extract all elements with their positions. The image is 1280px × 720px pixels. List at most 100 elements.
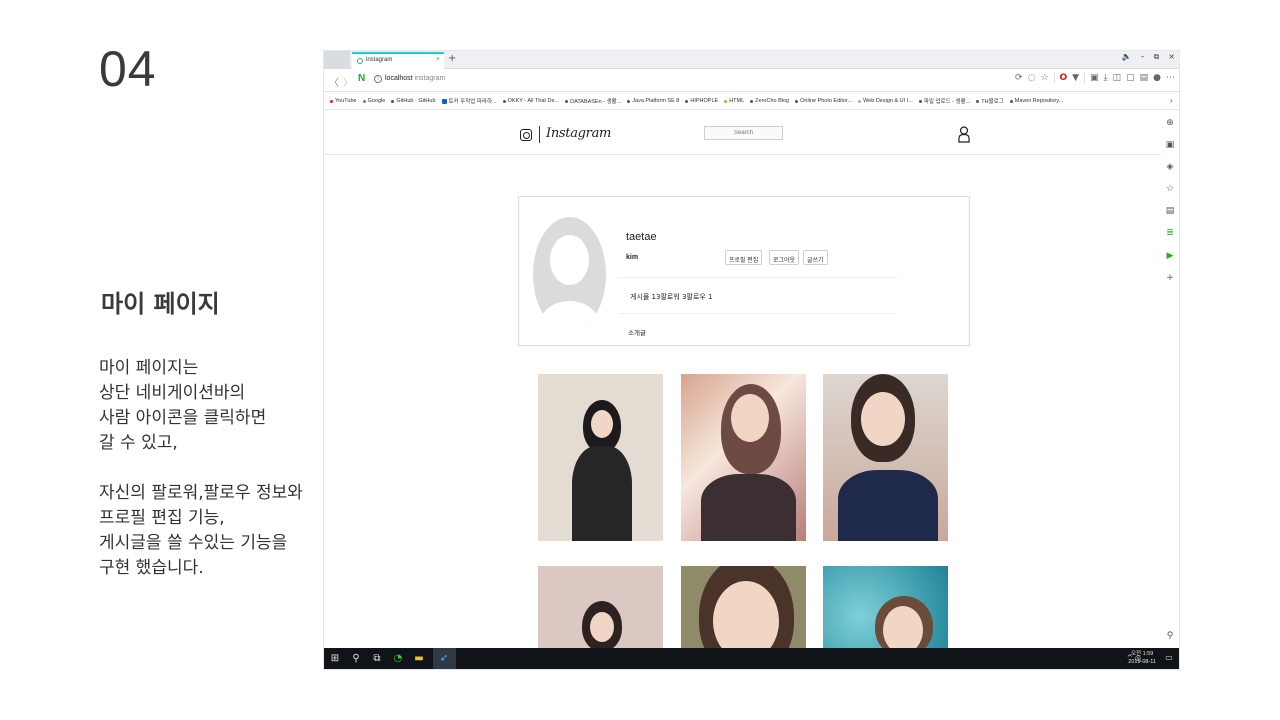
- folder-icon[interactable]: ▬: [413, 653, 425, 665]
- search-icon[interactable]: ⚲: [350, 653, 362, 665]
- description-line: 프로필 편집 기능,: [99, 508, 225, 528]
- bookmark-item[interactable]: Java Platform SE 8: [627, 98, 679, 104]
- bookmark-item[interactable]: HTML: [724, 98, 744, 104]
- play-icon[interactable]: ▶: [1165, 251, 1175, 261]
- capture-icon[interactable]: ▢: [1126, 73, 1135, 83]
- tab-close-icon[interactable]: ×: [436, 56, 440, 63]
- clock-time: 오전 1:59: [1130, 651, 1154, 657]
- camera-icon[interactable]: [520, 129, 532, 141]
- youtube-icon: [330, 99, 333, 103]
- add-icon[interactable]: +: [1165, 273, 1175, 283]
- sound-icon[interactable]: 🔈: [1122, 52, 1132, 62]
- star-icon[interactable]: ☆: [1040, 73, 1048, 83]
- download-icon[interactable]: ⤓: [1104, 73, 1108, 83]
- pin-icon[interactable]: ⚲: [1165, 631, 1175, 641]
- clock[interactable]: 오전 1:59 2019-08-11: [1128, 650, 1156, 666]
- tab-icon[interactable]: ▣: [1165, 140, 1175, 150]
- shield-icon[interactable]: ◈: [1165, 162, 1175, 172]
- sidebar-toggle[interactable]: [324, 51, 350, 69]
- post-thumbnail[interactable]: [823, 374, 948, 541]
- site-info-icon[interactable]: i: [374, 75, 382, 83]
- address-bar-icons: ⟳ ◌ ☆ O ▼ ▣ ⤓ ◫ ▢ ▤ ● ⋯: [1015, 73, 1175, 83]
- notification-icon[interactable]: ▭: [1164, 653, 1174, 663]
- naver-icon[interactable]: N: [358, 73, 365, 84]
- whale-browser-icon[interactable]: ◔: [392, 653, 404, 665]
- description-line: 게시글을 쓸 수있는 기능을: [99, 533, 288, 553]
- task-view-icon[interactable]: ⧉: [371, 653, 383, 665]
- bookmark-item[interactable]: Online Photo Editor...: [795, 98, 852, 104]
- back-button[interactable]: 〈: [329, 74, 339, 89]
- globe-icon: [858, 99, 862, 103]
- write-post-button[interactable]: 글쓰기: [803, 250, 828, 265]
- bookmark-item[interactable]: Maven Repository...: [1009, 98, 1064, 104]
- url-path: instagram: [414, 75, 446, 82]
- opera-icon[interactable]: O: [1060, 73, 1068, 83]
- avatar[interactable]: [533, 217, 606, 332]
- bookmark-item[interactable]: DATABASEn - 생활...: [565, 97, 621, 105]
- bookmarks-more-icon[interactable]: ›: [1170, 96, 1173, 105]
- url-field[interactable]: localhost instagram: [385, 75, 445, 82]
- bookmark-label: 토커 우작업 따라하...: [448, 99, 497, 105]
- slide-number: 04: [99, 41, 157, 97]
- user-icon[interactable]: [958, 126, 970, 143]
- history-icon[interactable]: ▤: [1165, 206, 1175, 216]
- bird-app-icon[interactable]: ➶: [438, 653, 450, 665]
- bookmark-item[interactable]: HIPHOPLE: [685, 98, 718, 104]
- translate-icon[interactable]: ▣: [1090, 73, 1099, 83]
- note-icon[interactable]: ▤: [1140, 73, 1149, 83]
- logo-divider: [539, 126, 540, 143]
- extension-icon[interactable]: ◫: [1113, 73, 1122, 83]
- close-window-button[interactable]: ×: [1168, 52, 1175, 62]
- divider: [619, 277, 897, 278]
- divider: [619, 313, 897, 314]
- reload-icon[interactable]: ⟳: [1015, 73, 1023, 83]
- bookmark-item[interactable]: 토커 우작업 따라하...: [441, 97, 497, 105]
- photo-shape: [861, 392, 905, 446]
- post-thumbnail[interactable]: [681, 374, 806, 541]
- restore-button[interactable]: ⧉: [1154, 52, 1160, 62]
- star-icon[interactable]: ☆: [1165, 184, 1175, 194]
- profile-card: taetae kim 프로필 편집 로그아웃 글쓰기 게시물 13팔로워 3팔로…: [518, 196, 970, 346]
- ig-wordmark[interactable]: Instagram: [546, 126, 611, 141]
- bookmark-item[interactable]: GitHub · GitHub: [391, 98, 436, 104]
- bookmark-item[interactable]: Web Design & UI I...: [858, 98, 913, 104]
- post-thumbnail[interactable]: [538, 374, 663, 541]
- bookmark-label: HIPHOPLE: [690, 98, 719, 104]
- logout-button[interactable]: 로그아웃: [769, 250, 800, 265]
- post-thumbnail[interactable]: [681, 566, 806, 648]
- edit-profile-button[interactable]: 프로필 편집: [725, 250, 763, 265]
- vpn-icon[interactable]: ▼: [1072, 73, 1079, 83]
- profile-icon[interactable]: ●: [1153, 73, 1161, 83]
- bookmark-item[interactable]: YouTube: [330, 98, 357, 104]
- browser-tab[interactable]: instagram ×: [352, 52, 444, 69]
- search-input[interactable]: [704, 126, 783, 140]
- bookmark-item[interactable]: TH블로그: [976, 97, 1004, 105]
- photo-shape: [701, 474, 796, 541]
- menu-icon[interactable]: ⋯: [1166, 73, 1175, 83]
- bookmark-item[interactable]: 파일 업로드 - 생활...: [918, 97, 970, 105]
- bookmark-label: Online Photo Editor...: [800, 98, 853, 104]
- bookmark-label: DATABASEn - 생활...: [570, 99, 622, 105]
- post-thumbnail[interactable]: [823, 566, 948, 648]
- bookmark-item[interactable]: Google: [362, 98, 385, 104]
- profile-username: taetae: [626, 231, 657, 243]
- list-icon[interactable]: ≣: [1165, 228, 1175, 238]
- search-icon[interactable]: ⊕: [1165, 118, 1175, 128]
- forward-button[interactable]: 〉: [343, 74, 353, 89]
- new-tab-button[interactable]: +: [448, 53, 456, 64]
- minimize-button[interactable]: –: [1141, 52, 1145, 62]
- github-icon: [391, 99, 395, 103]
- description-line: 상단 네비게이션바의: [99, 383, 246, 403]
- bookmark-item[interactable]: ZeroCho Blog: [750, 98, 789, 104]
- bookmark-item[interactable]: OKKY - All That De...: [502, 98, 559, 104]
- post-thumbnail[interactable]: [538, 566, 663, 648]
- globe-icon: [918, 99, 922, 103]
- avatar-head-shape: [550, 235, 589, 285]
- windows-start-icon[interactable]: ⊞: [329, 653, 341, 665]
- windows-taskbar: ⊞ ⚲ ⧉ ◔ ▬ ➶ ^ ◎ 오전 1:59 2019-08-11 ▭: [324, 648, 1179, 669]
- shield-icon[interactable]: ◌: [1028, 73, 1036, 83]
- address-bar: 〈 〉 N i localhost instagram ⟳ ◌ ☆ O ▼ ▣ …: [324, 70, 1179, 92]
- bookmark-label: Maven Repository...: [1014, 98, 1064, 104]
- bookmark-label: Java Platform SE 8: [632, 98, 680, 104]
